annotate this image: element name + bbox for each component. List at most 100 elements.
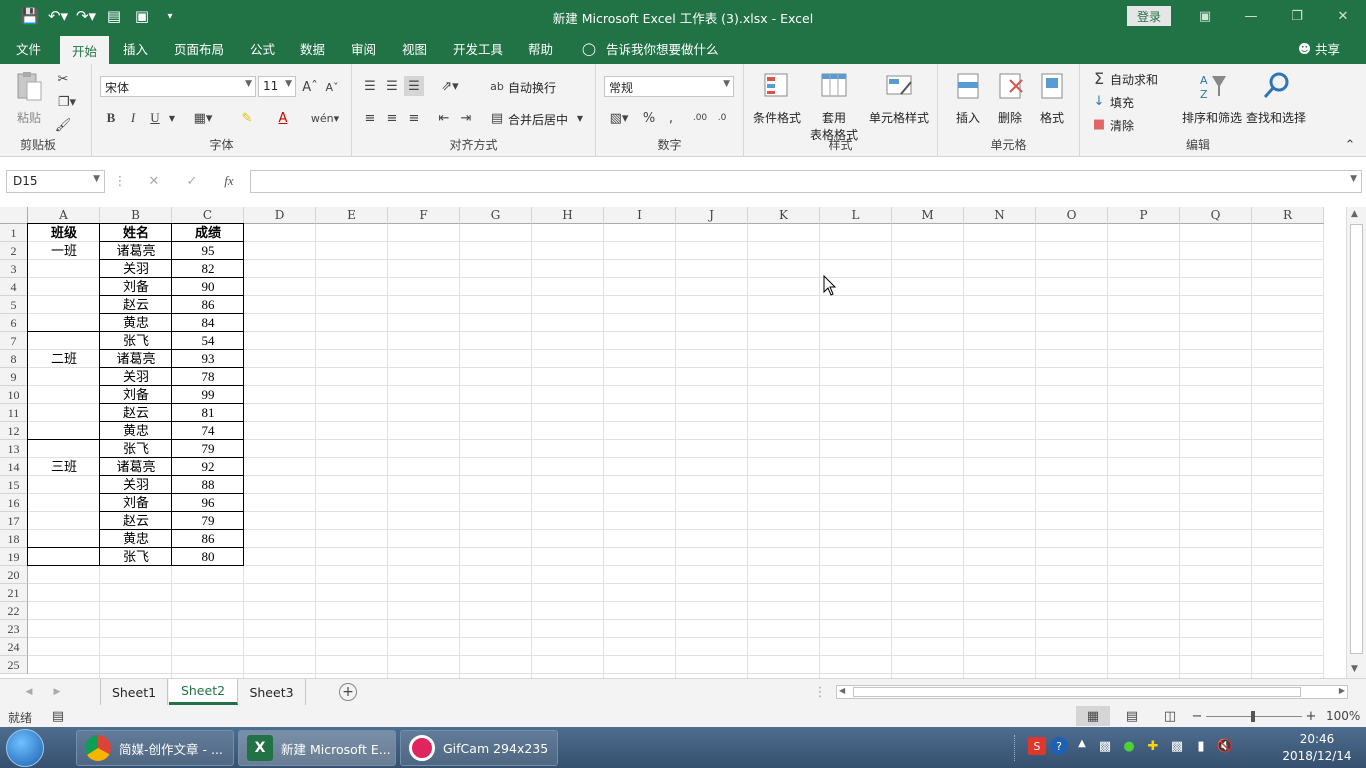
column-header-j[interactable]: J <box>676 207 748 224</box>
table-cell[interactable]: 81 <box>172 404 244 422</box>
table-cell[interactable]: 诸葛亮 <box>100 458 172 476</box>
column-header-c[interactable]: C <box>172 207 244 224</box>
table-cell[interactable]: 79 <box>172 440 244 458</box>
accounting-format-icon[interactable]: ▧▾ <box>604 108 634 128</box>
percent-icon[interactable]: % <box>640 108 658 128</box>
worksheet-grid[interactable]: ABCDEFGHIJKLMNOPQR 1 2 3 4 5 6 7 8 9 10 11 12 13 14 15… <box>0 207 1346 678</box>
align-left-icon[interactable]: ≡ <box>360 108 380 128</box>
collapse-ribbon-icon[interactable]: ⌃ <box>1342 138 1358 153</box>
vertical-scrollbar[interactable]: ▲ ▼ <box>1346 207 1366 678</box>
tab-data[interactable]: 数据 <box>300 33 325 64</box>
comma-style-icon[interactable]: , <box>662 108 680 128</box>
table-cell[interactable]: 三班 <box>28 458 100 476</box>
table-cell[interactable] <box>28 404 100 422</box>
horizontal-scroll-thumb[interactable] <box>853 687 1301 697</box>
insert-function-icon[interactable]: fx <box>218 172 240 190</box>
table-cell[interactable]: 刘备 <box>100 278 172 296</box>
table-cell[interactable]: 88 <box>172 476 244 494</box>
fill-color-icon[interactable]: ✎ <box>232 108 262 128</box>
normal-view-icon[interactable]: ▦ <box>1076 706 1110 726</box>
font-size-combo[interactable]: 11 ▼ <box>258 76 296 97</box>
bottom-align-icon[interactable]: ☰ <box>404 76 424 96</box>
zoom-in-icon[interactable]: + <box>1304 706 1318 726</box>
row-header-1[interactable]: 1 <box>0 224 28 242</box>
volume-muted-icon[interactable]: 🔇 <box>1216 737 1234 755</box>
table-cell[interactable]: 黄忠 <box>100 530 172 548</box>
zoom-slider-thumb[interactable] <box>1251 711 1255 722</box>
row-header-2[interactable]: 2 <box>0 242 28 260</box>
table-cell[interactable]: 赵云 <box>100 296 172 314</box>
table-cell[interactable]: 93 <box>172 350 244 368</box>
page-layout-view-icon[interactable]: ▤ <box>1122 706 1142 726</box>
column-header-d[interactable]: D <box>244 207 316 224</box>
share-button[interactable]: ☻ 共享 <box>1298 33 1340 64</box>
tab-review[interactable]: 审阅 <box>351 33 376 64</box>
taskbar-gifcam[interactable]: GifCam 294x235 <box>400 730 558 766</box>
row-header-8[interactable]: 8 <box>0 350 28 368</box>
column-header-m[interactable]: M <box>892 207 964 224</box>
restore-icon[interactable]: ❐ <box>1282 4 1312 28</box>
paste-button[interactable]: 粘贴 <box>10 70 48 126</box>
row-header-5[interactable]: 5 <box>0 296 28 314</box>
delete-cells-button[interactable]: 删除 <box>990 70 1030 126</box>
table-cell[interactable]: 赵云 <box>100 404 172 422</box>
clear-button[interactable]: 清除 <box>1110 117 1134 134</box>
row-header-4[interactable]: 4 <box>0 278 28 296</box>
row-header-10[interactable]: 10 <box>0 386 28 404</box>
wrap-text-button[interactable]: 自动换行 <box>508 79 556 96</box>
ribbon-display-icon[interactable]: ▣ <box>1190 4 1220 28</box>
font-color-icon[interactable]: A <box>268 108 298 128</box>
network-icon[interactable]: ▮ <box>1192 737 1210 755</box>
table-header-cell[interactable]: 成绩 <box>172 224 244 242</box>
row-header-25[interactable]: 25 <box>0 656 28 674</box>
tab-help[interactable]: 帮助 <box>528 33 553 64</box>
tray-expand-icon[interactable]: ▲ <box>1074 733 1090 753</box>
table-cell[interactable] <box>28 260 100 278</box>
conditional-format-button[interactable]: 条件格式 <box>750 70 804 126</box>
formula-input[interactable]: ▼ <box>250 170 1362 193</box>
autosum-button[interactable]: 自动求和 <box>1110 71 1158 88</box>
increase-indent-icon[interactable]: ⇥ <box>456 108 476 128</box>
table-cell[interactable] <box>28 548 100 566</box>
shrink-font-icon[interactable]: Aˇ <box>322 77 342 97</box>
vertical-scroll-thumb[interactable] <box>1350 224 1363 654</box>
row-header-20[interactable]: 20 <box>0 566 28 584</box>
table-cell[interactable]: 诸葛亮 <box>100 350 172 368</box>
number-format-combo[interactable]: 常规 ▼ <box>604 76 734 97</box>
column-header-g[interactable]: G <box>460 207 532 224</box>
minimize-icon[interactable]: — <box>1236 4 1266 28</box>
increase-decimal-icon[interactable]: .00 <box>690 108 710 128</box>
column-header-n[interactable]: N <box>964 207 1036 224</box>
security-icon[interactable]: ✚ <box>1144 737 1162 755</box>
table-cell[interactable]: 80 <box>172 548 244 566</box>
tray-app-icon[interactable]: ▩ <box>1096 737 1114 755</box>
table-cell[interactable]: 一班 <box>28 242 100 260</box>
next-sheet-icon[interactable]: ▶ <box>50 684 64 700</box>
top-align-icon[interactable]: ☰ <box>360 76 380 96</box>
row-header-24[interactable]: 24 <box>0 638 28 656</box>
sheet-tab-sheet2[interactable]: Sheet2 <box>169 679 238 705</box>
row-header-9[interactable]: 9 <box>0 368 28 386</box>
table-cell[interactable]: 张飞 <box>100 440 172 458</box>
scroll-left-icon[interactable]: ◀ <box>839 686 845 695</box>
row-header-7[interactable]: 7 <box>0 332 28 350</box>
table-cell[interactable] <box>28 296 100 314</box>
table-cell[interactable] <box>28 530 100 548</box>
zoom-level[interactable]: 100% <box>1326 709 1360 723</box>
row-header-16[interactable]: 16 <box>0 494 28 512</box>
macro-record-icon[interactable]: ▤ <box>50 707 66 725</box>
column-header-i[interactable]: I <box>604 207 676 224</box>
table-cell[interactable] <box>28 422 100 440</box>
find-select-button[interactable]: 查找和选择 <box>1244 70 1308 126</box>
column-header-a[interactable]: A <box>28 207 100 224</box>
copy-icon[interactable]: ❐▾ <box>54 93 80 111</box>
table-cell[interactable]: 96 <box>172 494 244 512</box>
phonetic-icon[interactable]: wén▾ <box>310 108 340 128</box>
expand-formula-icon[interactable]: ▼ <box>1350 174 1357 184</box>
row-header-15[interactable]: 15 <box>0 476 28 494</box>
column-header-k[interactable]: K <box>748 207 820 224</box>
horizontal-scrollbar[interactable]: ◀ ▶ <box>836 685 1348 699</box>
column-header-q[interactable]: Q <box>1180 207 1252 224</box>
row-header-11[interactable]: 11 <box>0 404 28 422</box>
table-cell[interactable] <box>28 368 100 386</box>
